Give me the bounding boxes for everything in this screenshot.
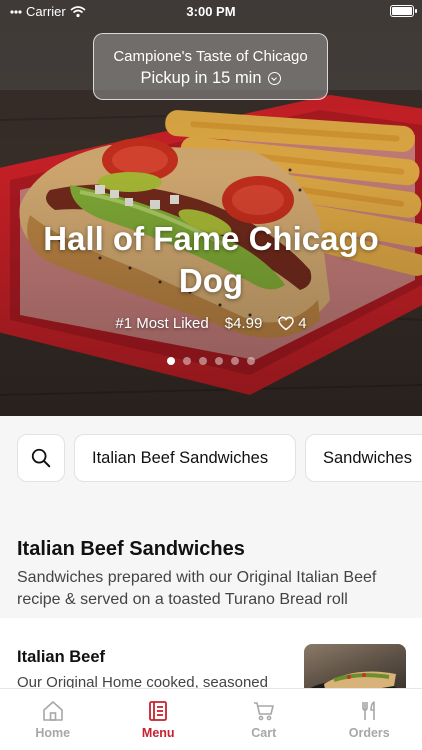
pickup-time-row: Pickup in 15 min [94, 69, 327, 88]
tab-cart-label: Cart [251, 726, 277, 740]
carousel-dot[interactable] [247, 357, 255, 365]
tab-menu-label: Menu [141, 726, 175, 740]
hero-banner[interactable]: Carrier 3:00 PM Campione's Taste of Chic… [0, 0, 422, 416]
carousel-dot[interactable] [167, 357, 175, 365]
chevron-down-circle-icon [267, 72, 281, 85]
search-button[interactable] [17, 434, 65, 482]
search-icon [31, 448, 51, 468]
fork-knife-icon [362, 701, 376, 720]
cart-icon [253, 702, 274, 721]
pickup-time: Pickup in 15 min [140, 69, 262, 87]
battery-icon [390, 5, 417, 17]
store-name: Campione's Taste of Chicago [113, 48, 308, 65]
section-title: Italian Beef Sandwiches [17, 538, 245, 560]
likes-count: 4 [298, 315, 307, 332]
app-screen: Carrier 3:00 PM Campione's Taste of Chic… [0, 0, 422, 750]
store-pickup-selector[interactable]: Campione's Taste of Chicago Pickup in 15… [93, 33, 328, 100]
carousel-dot[interactable] [199, 357, 207, 365]
category-bar: Italian Beef Sandwiches Sandwiches [0, 416, 422, 502]
menu-icon [149, 701, 168, 721]
bottom-tab-bar: Home Menu Cart Orders [0, 688, 422, 750]
tab-cart[interactable]: Cart [211, 689, 317, 750]
carousel-dot[interactable] [215, 357, 223, 365]
carousel-dots[interactable] [0, 357, 422, 365]
carousel-dot[interactable] [231, 357, 239, 365]
tab-orders[interactable]: Orders [317, 689, 422, 750]
menu-item-name: Italian Beef [17, 648, 106, 666]
heart-icon [278, 316, 295, 331]
menu-section-header: Italian Beef Sandwiches Sandwiches prepa… [0, 502, 422, 618]
tab-menu[interactable]: Menu [106, 689, 212, 750]
hero-price: $4.99 [224, 315, 263, 332]
hero-likes[interactable]: 4 [278, 315, 307, 332]
tab-home-label: Home [35, 726, 71, 740]
category-chip-italian-beef-sandwiches[interactable]: Italian Beef Sandwiches [74, 434, 296, 482]
status-time: 3:00 PM [186, 4, 236, 19]
section-description: Sandwiches prepared with our Original It… [17, 569, 377, 608]
carousel-dot[interactable] [183, 357, 191, 365]
status-bar: Carrier 3:00 PM [0, 0, 422, 22]
hero-title: Hall of Fame Chicago Dog [43, 220, 379, 299]
hero-meta: #1 Most Liked $4.99 4 [0, 315, 422, 332]
tab-home[interactable]: Home [0, 689, 106, 750]
category-chip-sandwiches[interactable]: Sandwiches [305, 434, 422, 482]
home-icon [42, 701, 63, 721]
menu-item[interactable]: Italian Beef Our Original Home cooked, s… [0, 618, 422, 704]
tab-orders-label: Orders [348, 726, 390, 740]
hero-badge: #1 Most Liked [115, 315, 209, 332]
